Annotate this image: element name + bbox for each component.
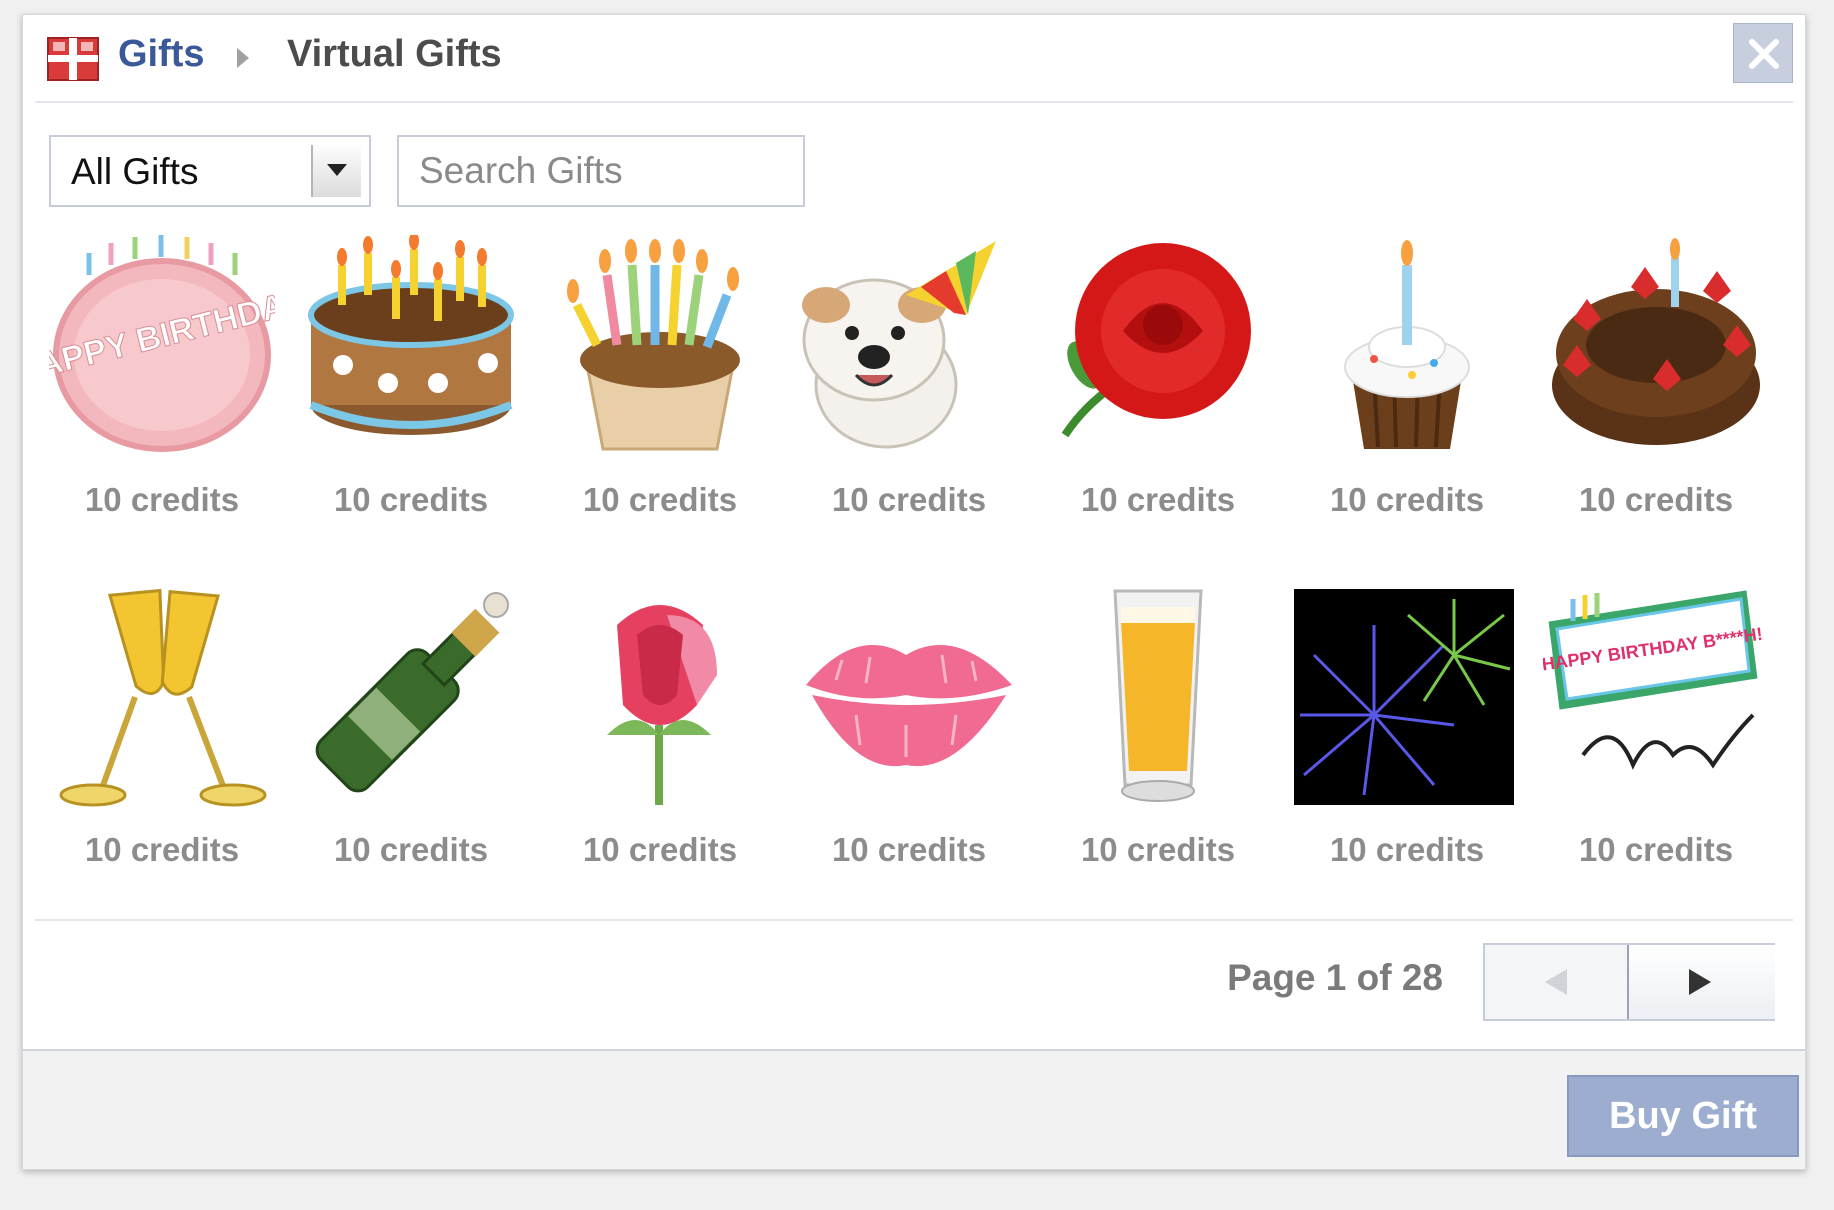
gift-price: 10 credits: [1080, 831, 1236, 868]
pager: [1483, 943, 1775, 1021]
gift-box-icon: [47, 37, 99, 81]
search-gifts-input[interactable]: [397, 135, 805, 207]
gift-price: 10 credits: [333, 831, 489, 868]
gift-price: 10 credits: [333, 481, 489, 518]
gift-category-value: All Gifts: [71, 151, 199, 192]
strawberry-cake-icon: [1552, 238, 1760, 445]
divider: [35, 919, 1793, 921]
rose-icon: [1061, 243, 1251, 438]
fireworks-icon: [1294, 589, 1514, 805]
champagne-bottle-icon: [315, 592, 509, 793]
gift-price: 10 credits: [831, 481, 987, 518]
beer-glass-icon: [1113, 589, 1203, 802]
lipstick-kiss-icon: [806, 645, 1012, 767]
gift-price: 10 credits: [831, 831, 987, 868]
pagination-label: Page 1 of 28: [1227, 957, 1443, 998]
close-icon: [1749, 39, 1779, 69]
champagne-glasses-icon: [59, 588, 267, 807]
gift-price: 10 credits: [582, 831, 738, 868]
gift-price: 10 credits: [1080, 481, 1236, 518]
gift-price: 10 credits: [1578, 831, 1734, 868]
arrow-right-icon: [1689, 969, 1711, 995]
gifts-dialog: Gifts Virtual Gifts All Gifts Search Gif…: [22, 14, 1806, 1170]
previous-page-button[interactable]: [1485, 945, 1627, 1019]
dialog-header: Gifts Virtual Gifts: [35, 15, 1793, 103]
chocolate-cake-icon: [308, 235, 514, 435]
gift-price: 10 credits: [1578, 481, 1734, 518]
cupcake-candles-icon: [567, 239, 740, 451]
close-button[interactable]: [1733, 23, 1793, 83]
birthday-cake-icon: HAPPY BIRTHDAY: [49, 235, 275, 452]
dialog-footer: Buy Gift: [23, 1049, 1805, 1169]
rosebud-icon: [607, 605, 717, 805]
chevron-down-icon: [327, 164, 347, 176]
gift-price: 10 credits: [84, 481, 240, 518]
arrow-left-icon: [1545, 969, 1567, 995]
gift-price: 10 credits: [1329, 481, 1485, 518]
breadcrumb-gifts-link[interactable]: Gifts: [118, 33, 205, 76]
dropdown-arrow[interactable]: [311, 145, 361, 197]
gift-price: 10 credits: [1329, 831, 1485, 868]
buy-gift-button[interactable]: Buy Gift: [1567, 1075, 1799, 1157]
breadcrumb-virtual-gifts: Virtual Gifts: [287, 33, 502, 75]
party-dog-icon: [802, 241, 996, 449]
next-page-button[interactable]: [1627, 945, 1775, 1019]
birthday-sign-icon: HAPPY BIRTHDAY B****H!: [1543, 590, 1764, 770]
gift-category-select[interactable]: All Gifts: [49, 135, 371, 207]
gift-price: 10 credits: [582, 481, 738, 518]
gift-price: 10 credits: [84, 831, 240, 868]
cupcake-icon: [1344, 240, 1470, 449]
breadcrumb-chevron-icon: [237, 48, 249, 68]
